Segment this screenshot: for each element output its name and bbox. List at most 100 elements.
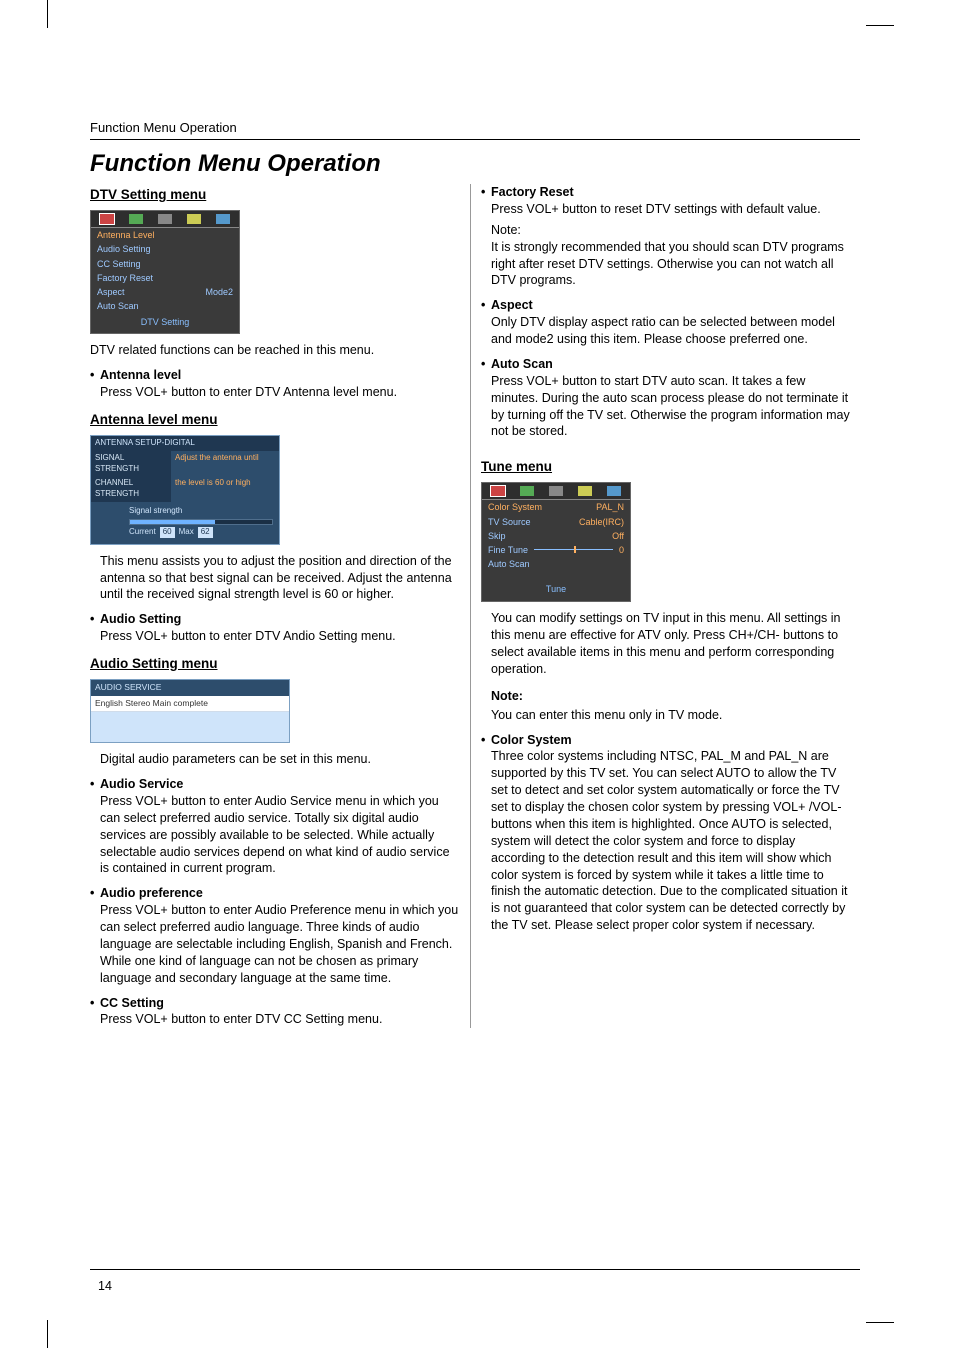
bullet-dot-icon: •	[481, 184, 491, 201]
tab-icon	[158, 214, 172, 224]
osd-item: Antenna Level	[91, 228, 239, 242]
tune-label: Fine Tune	[488, 544, 528, 556]
tune-value: Cable(IRC)	[579, 516, 624, 528]
tune-slider	[534, 544, 613, 556]
running-head: Function Menu Operation	[90, 120, 860, 135]
osd-item-value: Mode2	[205, 286, 233, 298]
bullet-title: Color System	[491, 732, 572, 749]
bullet-title: Factory Reset	[491, 184, 574, 201]
tune-value: 0	[619, 544, 624, 556]
tab-icon	[520, 486, 534, 496]
tab-icon	[100, 214, 114, 224]
bullet-body: Three color systems including NTSC, PAL_…	[491, 748, 850, 934]
tune-label: Auto Scan	[488, 558, 530, 570]
dtv-setting-heading: DTV Setting menu	[90, 186, 460, 204]
ant-bar: Signal strength Current 60 Max 62	[91, 502, 279, 544]
osd-item-label: Antenna Level	[97, 229, 155, 241]
bullet-dot-icon: •	[481, 732, 491, 749]
osd-tabs	[482, 483, 630, 499]
bullet-cc-setting: • CC Setting	[90, 995, 460, 1012]
bullet-dot-icon: •	[90, 885, 100, 902]
bullet-auto-scan: • Auto Scan	[481, 356, 850, 373]
ant-row-value: Adjust the antenna until	[171, 451, 279, 477]
tune-label: Color System	[488, 501, 542, 513]
head-rule	[90, 139, 860, 140]
bullet-body: Press VOL+ button to start DTV auto scan…	[491, 373, 850, 441]
tune-row: TV Source Cable(IRC)	[482, 515, 630, 529]
osd-item: CC Setting	[91, 257, 239, 271]
bullet-title: Auto Scan	[491, 356, 553, 373]
tab-icon	[216, 214, 230, 224]
ant-row-label: SIGNAL STRENGTH	[91, 451, 171, 477]
ant-bar-title: Signal strength	[129, 506, 273, 517]
crop-bl	[47, 1320, 48, 1348]
ant-row: SIGNAL STRENGTH Adjust the antenna until	[91, 451, 279, 477]
dtv-intro: DTV related functions can be reached in …	[90, 342, 460, 359]
ant-cur-val: 60	[160, 527, 175, 538]
audio-setting-osd: AUDIO SERVICE English Stereo Main comple…	[90, 679, 290, 743]
bullet-antenna-level: • Antenna level	[90, 367, 460, 384]
bullet-dot-icon: •	[90, 995, 100, 1012]
osd-caption: Tune	[482, 579, 630, 601]
antenna-level-osd: ANTENNA SETUP-DIGITAL SIGNAL STRENGTH Ad…	[90, 435, 280, 545]
bullet-factory-reset: • Factory Reset	[481, 184, 850, 201]
footer-rule	[90, 1269, 860, 1270]
bullet-body: Press VOL+ button to enter Audio Service…	[100, 793, 460, 877]
osd-item-label: CC Setting	[97, 258, 141, 270]
bullet-body: Press VOL+ button to enter DTV Antenna l…	[100, 384, 460, 401]
crop-tl	[47, 0, 48, 28]
bullet-body: Press VOL+ button to enter DTV Andio Set…	[100, 628, 460, 645]
bullet-aspect: • Aspect	[481, 297, 850, 314]
audio-help-text: Digital audio parameters can be set in t…	[100, 751, 460, 768]
ant-row-value: the level is 60 or high	[171, 476, 279, 502]
osd-tabs	[91, 211, 239, 227]
tune-label: TV Source	[488, 516, 531, 528]
tune-row: Fine Tune 0	[482, 543, 630, 557]
tune-intro: You can modify settings on TV input in t…	[491, 610, 850, 678]
slider-track	[534, 549, 613, 550]
tune-label: Skip	[488, 530, 506, 542]
tab-icon	[578, 486, 592, 496]
bullet-title: Audio Service	[100, 776, 183, 793]
tab-icon	[187, 214, 201, 224]
tab-icon	[607, 486, 621, 496]
tune-heading: Tune menu	[481, 458, 850, 476]
bullet-audio-setting: • Audio Setting	[90, 611, 460, 628]
tab-icon	[491, 486, 505, 496]
audio-setting-heading: Audio Setting menu	[90, 655, 460, 673]
bullet-body: Press VOL+ button to enter Audio Prefere…	[100, 902, 460, 986]
tune-value: PAL_N	[596, 501, 624, 513]
osd-caption: DTV Setting	[91, 313, 239, 333]
bullet-dot-icon: •	[90, 776, 100, 793]
tab-icon	[129, 214, 143, 224]
bullet-audio-preference: • Audio preference	[90, 885, 460, 902]
page-title: Function Menu Operation	[90, 150, 860, 178]
aud-header: AUDIO SERVICE	[91, 680, 289, 695]
note-label: Note:	[491, 222, 850, 239]
ant-cur-label: Current	[129, 527, 156, 538]
crop-tr	[866, 25, 894, 26]
tune-row: SkipOff	[482, 529, 630, 543]
antenna-help-text: This menu assists you to adjust the posi…	[100, 553, 460, 604]
aud-line: English Stereo Main complete	[91, 696, 289, 712]
ant-max-label: Max	[179, 527, 194, 538]
bullet-dot-icon: •	[481, 356, 491, 373]
ant-bar-bg	[129, 519, 273, 525]
note-body: It is strongly recommended that you shou…	[491, 239, 850, 290]
bullet-body: Press VOL+ button to enter DTV CC Settin…	[100, 1011, 460, 1028]
bullet-body: Press VOL+ button to reset DTV settings …	[491, 201, 850, 218]
tune-row: Color System PAL_N	[482, 500, 630, 514]
tab-icon	[549, 486, 563, 496]
tune-osd: Color System PAL_N TV Source Cable(IRC) Sk…	[481, 482, 631, 602]
page-number: 14	[98, 1279, 112, 1293]
dtv-setting-osd: Antenna Level Audio Setting CC Setting F…	[90, 210, 240, 334]
content: Function Menu Operation Function Menu Op…	[90, 120, 860, 1028]
bullet-color-system: • Color System	[481, 732, 850, 749]
bullet-body: Only DTV display aspect ratio can be sel…	[491, 314, 850, 348]
ant-bar-fill	[130, 520, 215, 524]
bullet-title: Antenna level	[100, 367, 181, 384]
ant-row-label: CHANNEL STRENGTH	[91, 476, 171, 502]
bullet-title: Aspect	[491, 297, 533, 314]
bullet-dot-icon: •	[481, 297, 491, 314]
bullet-title: Audio Setting	[100, 611, 181, 628]
